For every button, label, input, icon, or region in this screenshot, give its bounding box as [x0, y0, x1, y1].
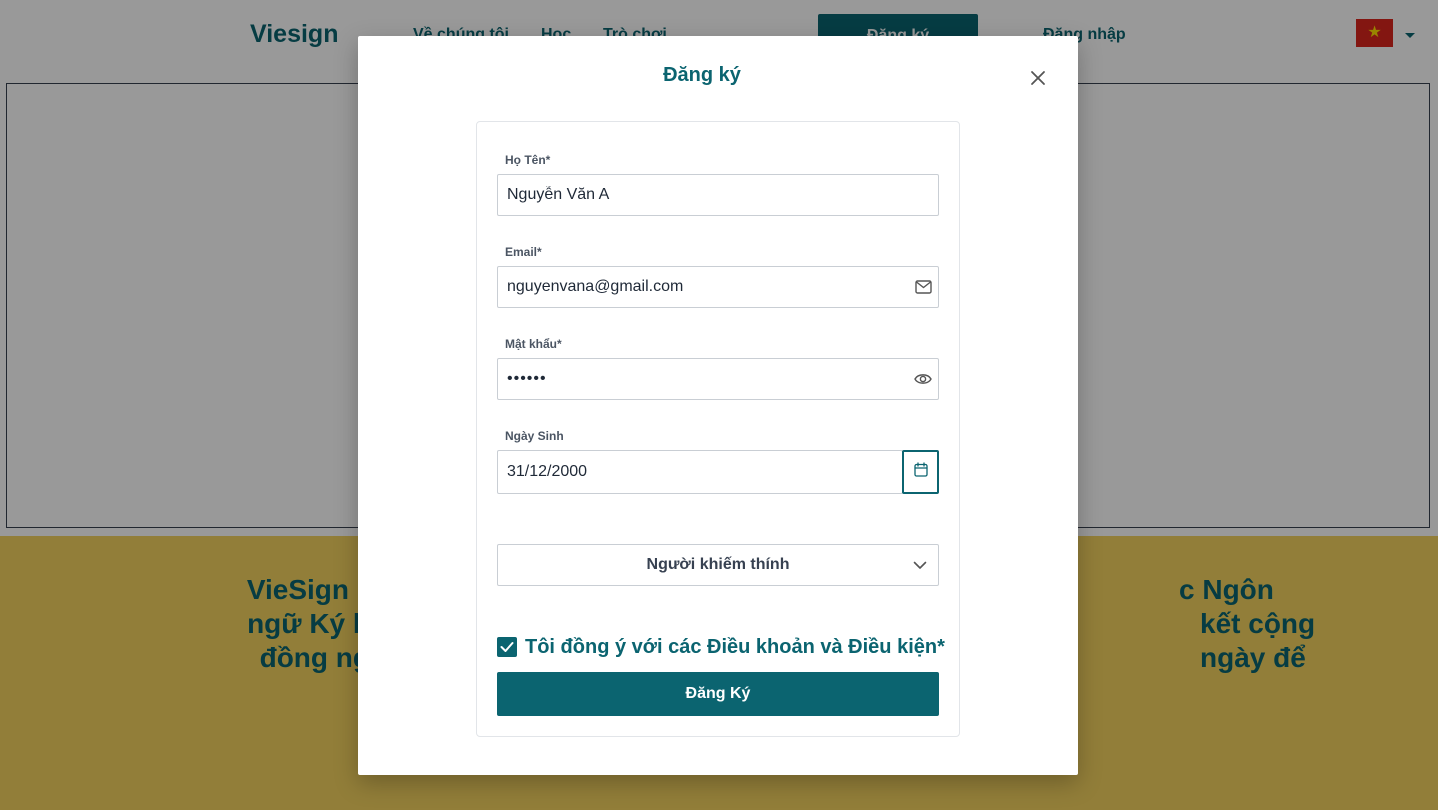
email-label: Email* [505, 245, 542, 259]
email-input[interactable] [497, 266, 939, 308]
password-label: Mật khẩu* [505, 337, 562, 351]
name-input[interactable] [497, 174, 939, 216]
calendar-icon [913, 462, 928, 482]
role-select[interactable]: Người khiếm thính [497, 544, 939, 586]
birthdate-label: Ngày Sinh [505, 429, 564, 443]
password-input[interactable] [497, 358, 939, 400]
terms-checkbox[interactable] [497, 637, 517, 657]
calendar-button[interactable] [902, 450, 939, 494]
terms-text[interactable]: Tôi đồng ý với các Điều khoản và Điều ki… [525, 636, 945, 659]
register-form: Họ Tên* Email* Mật khẩu* Ngày Sinh Người… [476, 121, 960, 737]
mail-icon [913, 277, 933, 297]
role-select-value: Người khiếm thính [646, 556, 790, 573]
terms-agreement: Tôi đồng ý với các Điều khoản và Điều ki… [497, 634, 945, 660]
close-icon[interactable] [1026, 66, 1050, 90]
modal-title: Đăng ký [663, 64, 741, 86]
register-submit-button[interactable]: Đăng Ký [497, 672, 939, 716]
chevron-down-icon [913, 558, 927, 577]
eye-icon[interactable] [913, 369, 933, 389]
register-modal: Đăng ký Họ Tên* Email* Mật khẩu* Ngày Si… [358, 36, 1078, 775]
name-label: Họ Tên* [505, 153, 551, 167]
birthdate-input[interactable] [497, 450, 903, 494]
